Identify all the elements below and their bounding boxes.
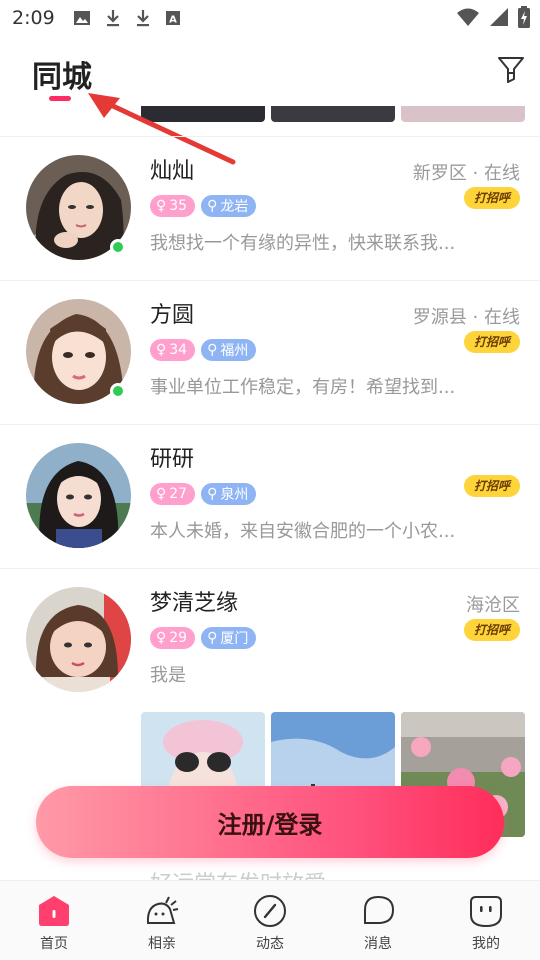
image-icon xyxy=(73,11,90,25)
tab-profile[interactable]: 我的 xyxy=(432,881,540,960)
wifi-icon xyxy=(457,8,479,26)
location-pin-icon: ⚲ xyxy=(207,486,218,502)
profile-icon xyxy=(470,896,502,928)
online-indicator xyxy=(110,383,126,399)
status-bar: 2:09 A xyxy=(0,0,540,36)
greet-button[interactable]: 打招呼 xyxy=(463,331,520,353)
gender-icon: ♀ xyxy=(156,342,167,358)
online-indicator xyxy=(110,239,126,255)
tab-moments[interactable]: 动态 xyxy=(216,881,324,960)
filter-icon[interactable] xyxy=(496,54,526,84)
profile-bio: 本人未婚，来自安徽合肥的一个小农... xyxy=(150,521,456,542)
title-indicator xyxy=(49,96,71,101)
download-icon xyxy=(106,10,119,27)
city-tag: ⚲ 龙岩 xyxy=(201,195,257,217)
gender-icon: ♀ xyxy=(156,630,167,646)
photo-thumbnail[interactable] xyxy=(271,106,395,122)
list-item[interactable]: 研研 打招呼 ♀ 27 ⚲ 泉州 本人未婚，来自安徽合肥的一个小农... xyxy=(0,424,540,568)
age-value: 35 xyxy=(169,198,188,214)
download-icon xyxy=(136,10,149,27)
tab-home[interactable]: 首页 xyxy=(0,881,108,960)
battery-icon xyxy=(518,6,530,28)
profile-location: 新罗区 · 在线 xyxy=(412,163,520,184)
age-tag: ♀ 29 xyxy=(150,627,196,649)
age-value: 29 xyxy=(169,630,188,646)
location-pin-icon: ⚲ xyxy=(207,342,218,358)
location-pin-icon: ⚲ xyxy=(207,630,218,646)
list-item[interactable]: 灿灿 新罗区 · 在线 打招呼 ♀ 35 ⚲ 龙岩 我想找一个有缘的异性，快来联系我… xyxy=(0,136,540,280)
age-value: 34 xyxy=(169,342,188,358)
profile-list: 灿灿 新罗区 · 在线 打招呼 ♀ 35 ⚲ 龙岩 我想找一个有缘的异性，快来联系我… xyxy=(0,136,540,704)
profile-location: 海沧区 xyxy=(466,595,520,616)
profile-name: 方圆 xyxy=(150,303,195,328)
age-tag: ♀ 27 xyxy=(150,483,196,505)
gender-icon: ♀ xyxy=(156,198,167,214)
home-icon xyxy=(39,896,69,926)
match-icon xyxy=(146,896,179,924)
compass-icon xyxy=(254,895,286,927)
greet-button[interactable]: 打招呼 xyxy=(463,475,520,497)
profile-name: 灿灿 xyxy=(150,159,195,184)
tab-label: 首页 xyxy=(40,936,68,952)
photo-thumbnail[interactable] xyxy=(401,106,525,122)
tab-label: 消息 xyxy=(364,936,392,952)
city-value: 福州 xyxy=(220,343,249,359)
list-item[interactable]: 方圆 罗源县 · 在线 打招呼 ♀ 34 ⚲ 福州 事业单位工作稳定，有房！希望找到… xyxy=(0,280,540,424)
tab-label: 相亲 xyxy=(148,936,176,952)
greet-button[interactable]: 打招呼 xyxy=(463,619,520,641)
city-tag: ⚲ 福州 xyxy=(201,339,257,361)
city-value: 龙岩 xyxy=(220,199,249,215)
age-tag: ♀ 35 xyxy=(150,195,196,217)
city-tag: ⚲ 厦门 xyxy=(201,627,257,649)
message-icon xyxy=(364,895,395,924)
greet-button[interactable]: 打招呼 xyxy=(463,187,520,209)
list-item[interactable]: 梦清芝缘 海沧区 打招呼 ♀ 29 ⚲ 厦门 我是 xyxy=(0,568,540,704)
profile-bio: 我想找一个有缘的异性，快来联系我... xyxy=(150,233,456,254)
gender-icon: ♀ xyxy=(156,486,167,502)
location-pin-icon: ⚲ xyxy=(207,198,218,214)
profile-bio: 我是 xyxy=(150,665,186,686)
profile-name: 梦清芝缘 xyxy=(150,591,239,616)
tab-messages[interactable]: 消息 xyxy=(324,881,432,960)
svg-text:A: A xyxy=(169,15,177,26)
city-value: 厦门 xyxy=(220,631,249,647)
avatar[interactable] xyxy=(26,443,131,548)
tab-label: 我的 xyxy=(472,936,500,952)
status-time: 2:09 xyxy=(12,7,55,29)
profile-bio: 事业单位工作稳定，有房！希望找到... xyxy=(150,377,456,398)
age-tag: ♀ 34 xyxy=(150,339,196,361)
tab-label: 动态 xyxy=(256,936,284,952)
tab-match[interactable]: 相亲 xyxy=(108,881,216,960)
signal-icon xyxy=(490,8,508,26)
avatar[interactable] xyxy=(26,587,131,692)
profile-location: 罗源县 · 在线 xyxy=(412,307,520,328)
a-icon: A xyxy=(165,11,180,26)
age-value: 27 xyxy=(169,486,188,502)
city-value: 泉州 xyxy=(220,487,249,503)
register-login-button[interactable]: 注册/登录 xyxy=(36,786,504,858)
bottom-nav: 首页 相亲 动态 消息 我的 xyxy=(0,880,540,960)
profile-name: 研研 xyxy=(150,447,195,472)
city-tag: ⚲ 泉州 xyxy=(201,483,257,505)
